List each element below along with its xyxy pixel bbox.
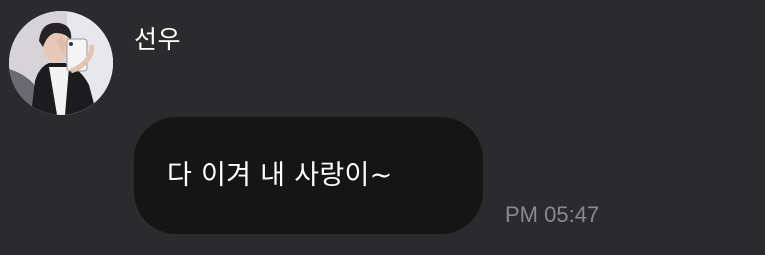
profile-photo-icon <box>9 11 113 115</box>
message-timestamp: PM 05:47 <box>505 202 600 227</box>
message-bubble[interactable]: 다 이겨 내 사랑이~ <box>134 117 483 234</box>
sender-avatar[interactable] <box>9 11 113 115</box>
message-text: 다 이겨 내 사랑이~ <box>167 159 393 191</box>
sender-name: 선우 <box>134 25 182 54</box>
